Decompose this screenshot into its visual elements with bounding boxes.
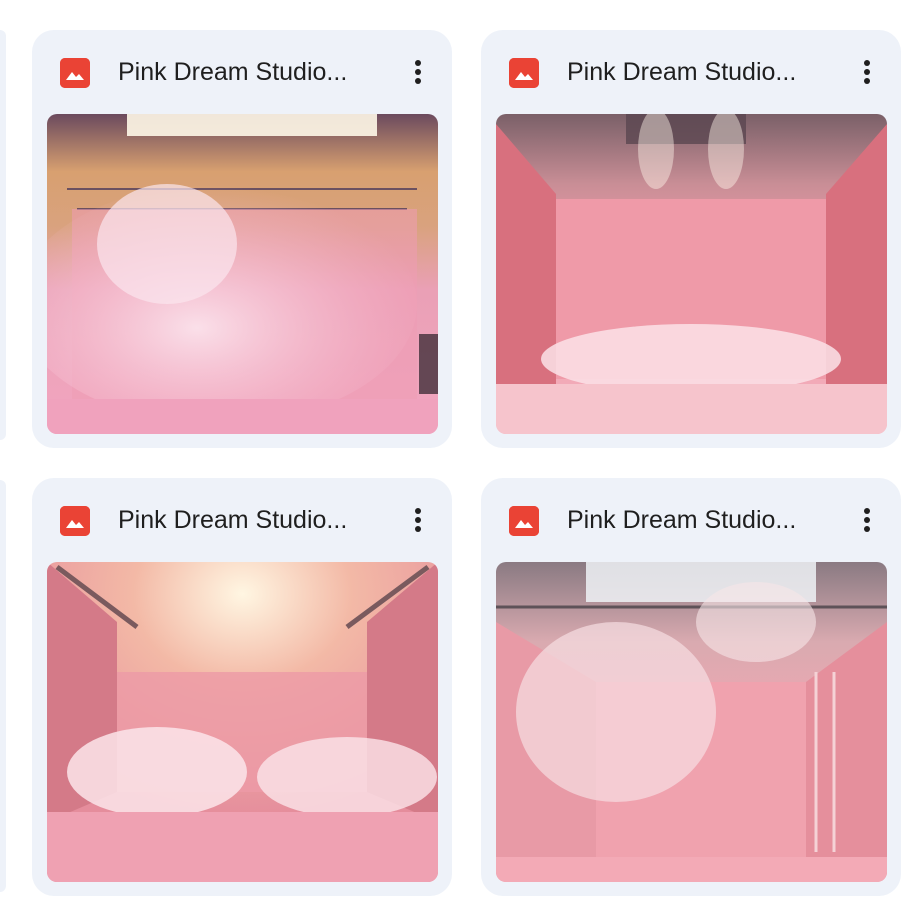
file-card-header: Pink Dream Studio... (481, 30, 901, 114)
file-thumbnail[interactable] (47, 562, 438, 882)
partial-card-left[interactable] (0, 480, 6, 892)
file-card-header: Pink Dream Studio... (32, 478, 452, 562)
file-thumbnail[interactable] (47, 114, 438, 434)
file-card-header: Pink Dream Studio... (481, 478, 901, 562)
file-thumbnail[interactable] (496, 114, 887, 434)
file-card[interactable]: Pink Dream Studio... (32, 30, 452, 448)
more-vert-icon (415, 508, 421, 532)
file-title[interactable]: Pink Dream Studio... (567, 56, 837, 88)
more-vert-icon (864, 508, 870, 532)
image-file-icon (60, 506, 90, 536)
more-options-button[interactable] (398, 500, 438, 540)
thumbnail-image (496, 562, 887, 882)
thumbnail-image (496, 114, 887, 434)
more-options-button[interactable] (398, 52, 438, 92)
file-card[interactable]: Pink Dream Studio... (481, 478, 901, 896)
image-file-icon (509, 506, 539, 536)
partial-card-left[interactable] (0, 30, 6, 440)
more-options-button[interactable] (847, 500, 887, 540)
file-grid-viewport: Pink Dream Studio... Pink Dream Studio..… (0, 0, 922, 922)
file-card[interactable]: Pink Dream Studio... (481, 30, 901, 448)
file-card-header: Pink Dream Studio... (32, 30, 452, 114)
thumbnail-image (47, 114, 438, 434)
more-options-button[interactable] (847, 52, 887, 92)
image-file-icon (60, 58, 90, 88)
file-title[interactable]: Pink Dream Studio... (567, 504, 837, 536)
file-title[interactable]: Pink Dream Studio... (118, 504, 388, 536)
more-vert-icon (415, 60, 421, 84)
file-card[interactable]: Pink Dream Studio... (32, 478, 452, 896)
more-vert-icon (864, 60, 870, 84)
file-thumbnail[interactable] (496, 562, 887, 882)
thumbnail-image (47, 562, 438, 882)
image-file-icon (509, 58, 539, 88)
file-title[interactable]: Pink Dream Studio... (118, 56, 388, 88)
